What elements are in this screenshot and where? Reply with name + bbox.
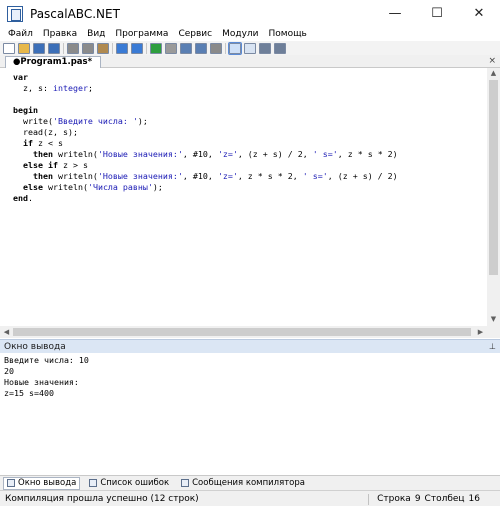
error-list-icon [89, 479, 98, 487]
tab-program1[interactable]: ●Program1.pas* [5, 56, 102, 68]
layout-icon[interactable] [228, 41, 242, 55]
tab-output-window[interactable]: Окно вывода [3, 476, 81, 490]
window-title: PascalABC.NET [30, 6, 120, 21]
output-line: z=15 s=400 [4, 388, 54, 398]
save-icon[interactable] [33, 42, 45, 54]
code-line: read(z, s); [13, 127, 78, 137]
menu-program[interactable]: Программа [110, 27, 173, 41]
step-icon[interactable] [195, 42, 207, 54]
toggle-output-icon[interactable] [259, 42, 271, 54]
code-line: end. [13, 193, 33, 203]
tab-error-list[interactable]: Список ошибок [86, 477, 172, 490]
tab-compiler-label: Сообщения компилятора [192, 478, 305, 488]
app-icon [7, 5, 23, 22]
code-line: z, s: integer; [13, 83, 93, 93]
code-line: then writeln('Новые значения:', #10, 'z=… [32, 171, 398, 181]
tab-output-label: Окно вывода [18, 478, 77, 488]
compiler-messages-icon [181, 479, 190, 487]
cursor-position: Строка 9 Столбец 16 [364, 491, 480, 506]
editor-horizontal-scrollbar[interactable]: ◀ ▶ [0, 326, 487, 338]
form-icon[interactable] [244, 42, 256, 54]
code-line: then writeln('Новые значения:', #10, 'z=… [32, 149, 398, 159]
tab-compiler-messages[interactable]: Сообщения компилятора [178, 477, 308, 490]
code-line: else writeln('Числа равны'); [23, 182, 163, 192]
close-tab-icon[interactable]: × [488, 55, 496, 68]
code-line: else if z > s [23, 160, 88, 170]
run-icon[interactable] [150, 42, 162, 54]
close-button[interactable]: ✕ [458, 0, 500, 27]
tab-label: ●Program1.pas* [13, 57, 93, 67]
code-line: var [13, 72, 28, 82]
code-line: write('Введите числа: '); [13, 116, 148, 126]
minimize-button[interactable]: — [374, 0, 416, 27]
toolbar-separator [63, 42, 64, 54]
menu-help[interactable]: Помощь [264, 27, 312, 41]
stop-icon[interactable] [165, 42, 177, 54]
row-label: Строка [377, 494, 411, 504]
code-text[interactable]: var z, s: integer;​begin write('Введите … [13, 72, 398, 204]
output-panel-title: Окно вывода [4, 341, 66, 352]
status-message: Компиляция прошла успешно (12 строк) [5, 493, 199, 504]
cut-icon[interactable] [67, 42, 79, 54]
status-divider [368, 493, 370, 505]
save-all-icon[interactable] [48, 42, 60, 54]
toolbar [0, 41, 500, 55]
output-line: Новые значения: [4, 377, 79, 387]
pause-icon[interactable] [210, 42, 222, 54]
scroll-down-icon[interactable]: ▼ [487, 315, 500, 323]
copy-icon[interactable] [82, 42, 94, 54]
editor-tabstrip: ●Program1.pas* × [0, 55, 500, 68]
toolbar-separator [225, 42, 226, 54]
redo-icon[interactable] [131, 42, 143, 54]
vertical-scroll-thumb[interactable] [489, 80, 498, 275]
toolbar-separator [112, 42, 113, 54]
new-file-icon[interactable] [3, 42, 15, 54]
code-line: if z < s [23, 138, 63, 148]
menu-modules[interactable]: Модули [217, 27, 263, 41]
open-icon[interactable] [18, 42, 30, 54]
tab-errors-label: Список ошибок [100, 478, 170, 488]
row-value: 9 [414, 494, 421, 504]
pin-icon[interactable]: ⊥ [489, 342, 496, 351]
toolbar-separator [146, 42, 147, 54]
output-line: Введите числа: 10 [4, 355, 89, 365]
bottom-tabs: Окно вывода Список ошибок Сообщения комп… [0, 475, 500, 490]
maximize-button[interactable]: ☐ [416, 0, 458, 27]
menu-file[interactable]: Файл [0, 27, 38, 41]
output-panel-header: Окно вывода ⊥ [0, 339, 500, 353]
scroll-up-icon[interactable]: ▲ [487, 69, 500, 77]
code-line: begin [13, 105, 38, 115]
menu-edit[interactable]: Правка [38, 27, 82, 41]
window-icon[interactable] [274, 42, 286, 54]
col-label: Столбец [424, 494, 465, 504]
title-bar: PascalABC.NET — ☐ ✕ [0, 0, 500, 27]
scroll-right-icon[interactable]: ▶ [474, 328, 487, 336]
menu-bar: Файл Правка Вид Программа Сервис Модули … [0, 27, 500, 41]
output-line: 20 [4, 366, 14, 376]
undo-icon[interactable] [116, 42, 128, 54]
col-value: 16 [468, 494, 480, 504]
output-text: Введите числа: 10 20 Новые значения: z=15 s… [4, 355, 89, 399]
debug-icon[interactable] [180, 42, 192, 54]
status-bar: Компиляция прошла успешно (12 строк) Стр… [0, 490, 500, 506]
window-controls: — ☐ ✕ [374, 0, 500, 27]
paste-icon[interactable] [97, 42, 109, 54]
code-editor[interactable]: var z, s: integer;​begin write('Введите … [0, 68, 487, 326]
editor-vertical-scrollbar[interactable]: ▲ ▼ [487, 68, 500, 338]
code-line: ​ [13, 94, 398, 105]
output-panel[interactable]: Введите числа: 10 20 Новые значения: z=15 s… [0, 353, 500, 475]
menu-view[interactable]: Вид [82, 27, 110, 41]
horizontal-scroll-thumb[interactable] [13, 328, 471, 336]
output-window-icon [7, 479, 15, 487]
scroll-left-icon[interactable]: ◀ [0, 328, 13, 336]
menu-service[interactable]: Сервис [173, 27, 217, 41]
